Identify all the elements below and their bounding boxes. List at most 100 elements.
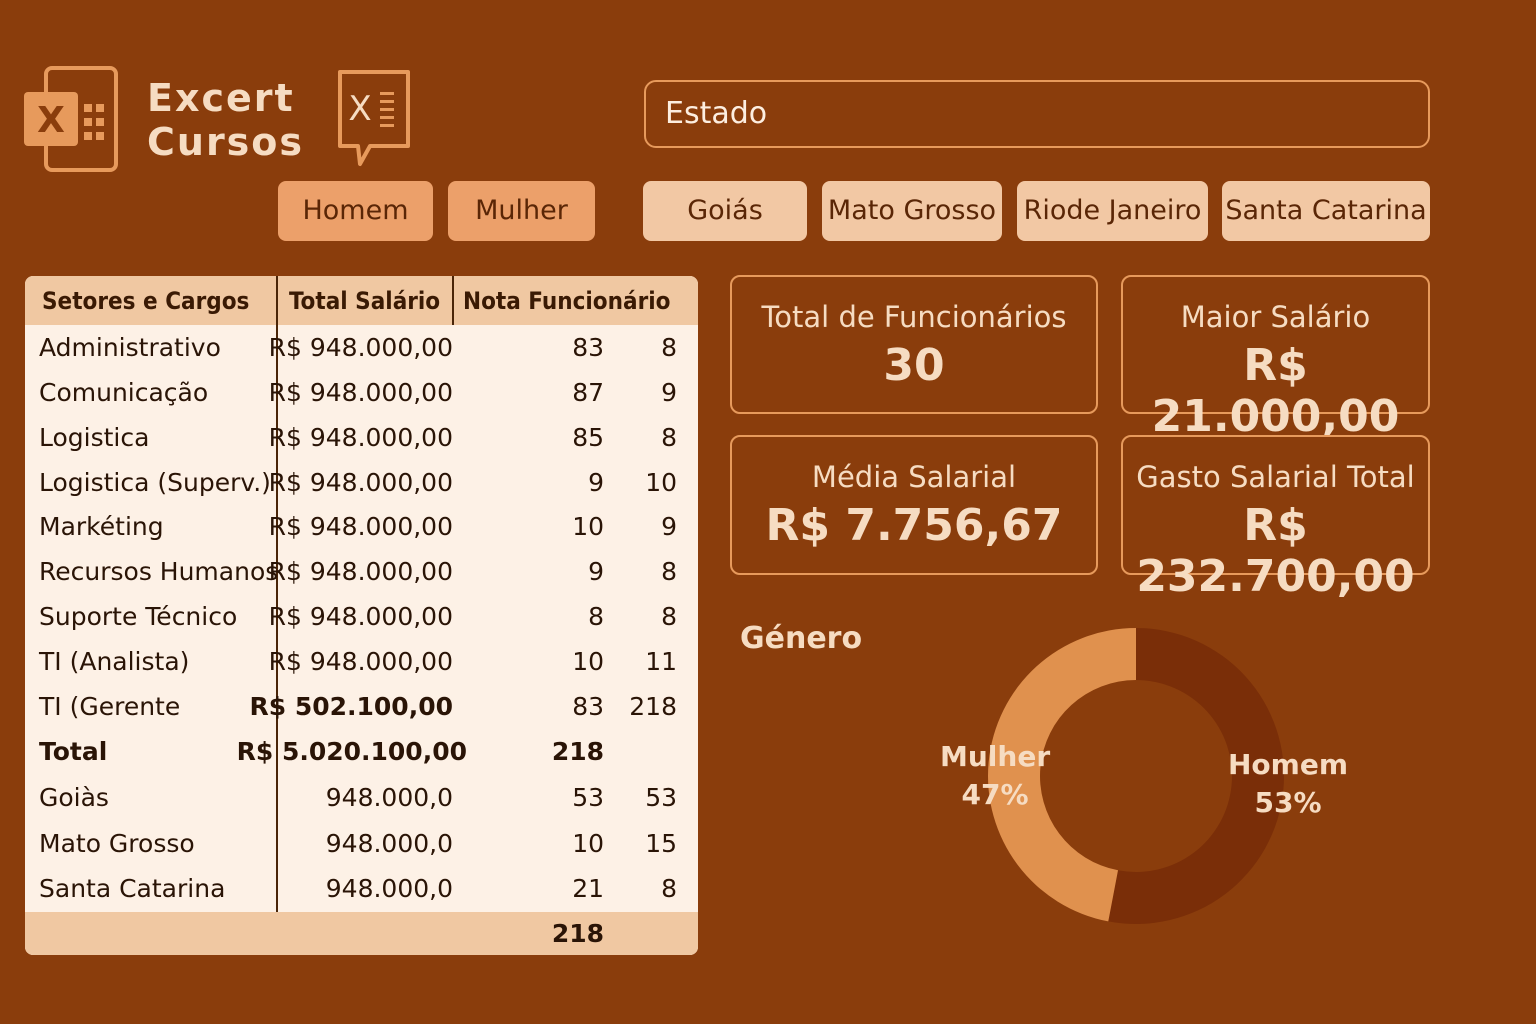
row-label: Comunicação <box>39 378 209 407</box>
slicer-mato-grosso-button[interactable]: Mato Grosso <box>822 181 1002 241</box>
row-salary: R$ 948.000,00 <box>268 512 453 541</box>
svg-text:X: X <box>37 100 65 141</box>
row-salary: R$ 948.000,00 <box>268 602 453 631</box>
kpi-value: 30 <box>883 340 945 391</box>
row-salary: 948.000,0 <box>325 874 453 903</box>
brand-name: Excert Cursos <box>147 76 304 164</box>
kpi-media-salarial: Média Salarial R$ 7.756,67 <box>730 435 1098 575</box>
row-value-b: 11 <box>645 647 677 676</box>
row-value-a: 21 <box>572 874 604 903</box>
mulher-label: Mulher <box>940 740 1051 773</box>
kpi-label: Gasto Salarial Total <box>1136 460 1415 494</box>
slicer-santa-catarina-button[interactable]: Santa Catarina <box>1222 181 1430 241</box>
row-label: Recursos Humanos <box>39 557 279 586</box>
table-row[interactable]: Santa Catarina 948.000,0 21 8 <box>25 866 698 911</box>
row-label: Goiàs <box>39 783 109 812</box>
row-value-b: 8 <box>661 602 677 631</box>
row-value-b: 8 <box>661 423 677 452</box>
row-value-a: 10 <box>572 829 604 858</box>
row-value-a: 9 <box>588 557 604 586</box>
row-salary: 948.000,0 <box>325 783 453 812</box>
slicer-homem-button[interactable]: Homem <box>278 181 433 241</box>
table-row[interactable]: TI (Analista) R$ 948.000,00 10 11 <box>25 639 698 684</box>
kpi-label: Total de Funcionários <box>761 300 1067 334</box>
row-value-a: 10 <box>572 647 604 676</box>
row-label: Logistica (Superv.) <box>39 468 271 497</box>
row-label: Suporte Técnico <box>39 602 238 631</box>
row-value-b: 15 <box>645 829 677 858</box>
header-divider <box>452 276 454 325</box>
row-value-a: 85 <box>572 423 604 452</box>
kpi-value: R$ 232.700,00 <box>1136 500 1415 602</box>
homem-label: Homem <box>1227 748 1348 781</box>
table-row[interactable]: Administrativo R$ 948.000,00 83 8 <box>25 325 698 370</box>
table-row[interactable]: Goiàs 948.000,0 53 53 <box>25 775 698 820</box>
table-row[interactable]: Markéting R$ 948.000,00 10 9 <box>25 504 698 549</box>
kpi-value: R$ 7.756,67 <box>765 500 1063 551</box>
row-salary: 948.000,0 <box>325 829 453 858</box>
row-salary: R$ 502.100,00 <box>249 692 453 721</box>
slicer-rio-de-janeiro-button[interactable]: Riode Janeiro <box>1017 181 1208 241</box>
footer-total-value: 218 <box>551 919 604 948</box>
pivot-table: Setores e Cargos Total Salário Nota Func… <box>25 276 698 955</box>
brand-line1: Excert <box>147 76 295 120</box>
row-salary: R$ 948.000,00 <box>268 333 453 362</box>
header-total-salario[interactable]: Total Salário <box>289 276 440 325</box>
kpi-maior-salario: Maior Salário R$ 21.000,00 <box>1121 275 1430 442</box>
row-label: Administrativo <box>39 333 221 362</box>
table-row[interactable]: Logistica (Superv.) R$ 948.000,00 9 10 <box>25 460 698 505</box>
row-salary: R$ 948.000,00 <box>268 423 453 452</box>
row-value-a: 9 <box>588 468 604 497</box>
row-salary: R$ 948.000,00 <box>268 647 453 676</box>
excel-chat-icon: X <box>338 70 410 166</box>
row-value-a: 83 <box>572 333 604 362</box>
row-value-b: 8 <box>661 874 677 903</box>
row-value-a: 87 <box>572 378 604 407</box>
table-row[interactable]: Logistica R$ 948.000,00 85 8 <box>25 415 698 460</box>
table-footer-row: 218 <box>25 912 698 955</box>
row-value-a: 83 <box>572 692 604 721</box>
row-value-b: 8 <box>661 333 677 362</box>
row-label: TI (Analista) <box>39 647 190 676</box>
row-label: TI (Gerente <box>39 692 181 721</box>
table-row[interactable]: Suporte Técnico R$ 948.000,00 8 8 <box>25 594 698 639</box>
row-value-a: 218 <box>551 737 604 766</box>
row-value-b: 10 <box>645 468 677 497</box>
table-row[interactable]: Mato Grosso 948.000,0 10 15 <box>25 821 698 866</box>
kpi-gasto-salarial-total: Gasto Salarial Total R$ 232.700,00 <box>1121 435 1430 602</box>
row-value-a: 8 <box>588 602 604 631</box>
table-row[interactable]: Total R$ 5.020.100,00 218 <box>25 729 698 774</box>
row-salary: R$ 5.020.100,00 <box>236 737 467 766</box>
row-label: Total <box>39 737 108 766</box>
header-nota-funcionario[interactable]: Nota Funcionário <box>463 276 670 325</box>
slicer-mulher-button[interactable]: Mulher <box>448 181 595 241</box>
kpi-label: Média Salarial <box>811 460 1017 494</box>
row-value-b: 9 <box>661 512 677 541</box>
excel-logo-icon: X <box>24 66 118 172</box>
table-row[interactable]: TI (Gerente R$ 502.100,00 83 218 <box>25 684 698 729</box>
row-label: Logistica <box>39 423 150 452</box>
row-value-b: 9 <box>661 378 677 407</box>
genero-chart-title: Género <box>740 621 863 656</box>
slicer-goias-button[interactable]: Goiás <box>643 181 807 241</box>
svg-text:X: X <box>348 89 371 129</box>
brand-line2: Cursos <box>147 120 305 164</box>
row-value-a: 10 <box>572 512 604 541</box>
table-header-row: Setores e Cargos Total Salário Nota Func… <box>25 276 698 325</box>
kpi-total-funcionarios: Total de Funcionários 30 <box>730 275 1098 414</box>
row-salary: R$ 948.000,00 <box>268 557 453 586</box>
estado-label: Estado <box>665 96 768 131</box>
row-value-b: 53 <box>645 783 677 812</box>
row-value-b: 8 <box>661 557 677 586</box>
row-label: Santa Catarina <box>39 874 226 903</box>
table-row[interactable]: Comunicação R$ 948.000,00 87 9 <box>25 370 698 415</box>
kpi-value: R$ 21.000,00 <box>1151 340 1400 442</box>
kpi-label: Maior Salário <box>1180 300 1371 334</box>
donut-label-homem: Homem 53% <box>1226 746 1350 822</box>
homem-pct: 53% <box>1254 786 1322 819</box>
estado-filter-header: Estado <box>644 80 1430 148</box>
table-row[interactable]: Recursos Humanos R$ 948.000,00 9 8 <box>25 549 698 594</box>
row-value-a: 53 <box>572 783 604 812</box>
row-label: Mato Grosso <box>39 829 195 858</box>
header-setores-cargos[interactable]: Setores e Cargos <box>42 276 249 325</box>
